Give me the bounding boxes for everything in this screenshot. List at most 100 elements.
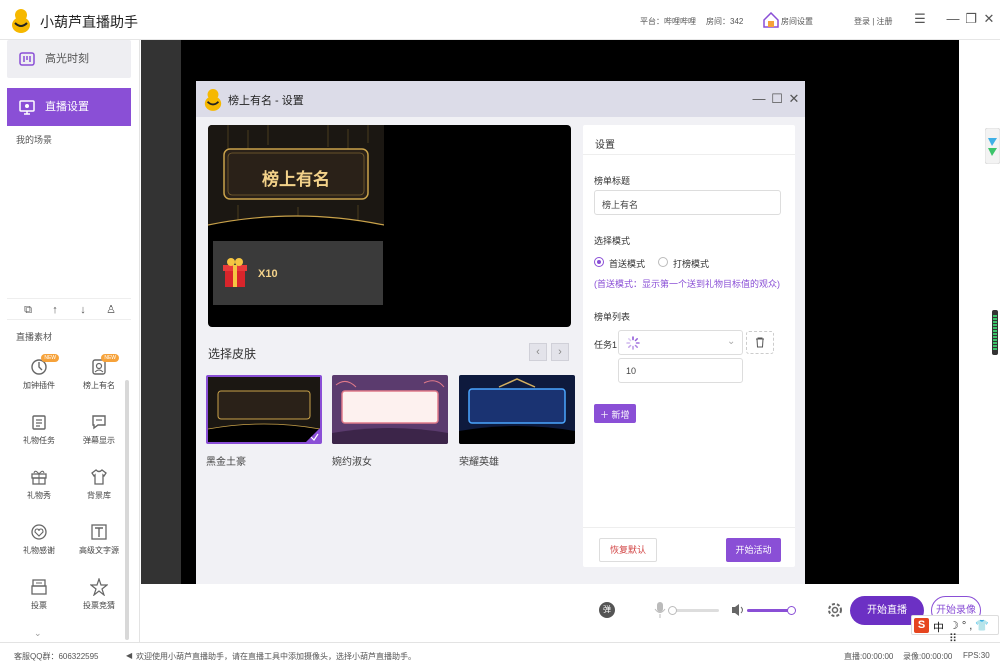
mode-label: 选择模式 xyxy=(594,236,631,246)
megaphone-icon: ◀ xyxy=(126,651,133,660)
material-rank[interactable]: NEW 榜上有名 xyxy=(69,354,129,408)
rank-title-label: 榜单标题 xyxy=(594,176,631,186)
delete-task-button[interactable] xyxy=(746,331,774,354)
vote-icon xyxy=(31,579,47,595)
material-label-text: 投票竞猜 xyxy=(83,601,115,610)
material-label-text: 礼物感谢 xyxy=(23,546,55,555)
nav-highlight-label: 高光时刻 xyxy=(45,53,89,65)
ime-mode-label[interactable]: 中 xyxy=(933,619,944,635)
nav-live-settings[interactable]: 直播设置 xyxy=(7,88,131,126)
add-scene-icon[interactable]: ⧉ xyxy=(21,303,35,317)
speaker-icon[interactable] xyxy=(731,602,747,618)
mic-volume-track[interactable] xyxy=(668,606,719,615)
shirt-icon xyxy=(91,469,107,485)
widget-preview: 榜上有名 X10 xyxy=(208,125,571,327)
mic-volume-handle[interactable] xyxy=(668,606,677,615)
status-notice: 欢迎使用小葫芦直播助手，请在直播工具中添加摄像头，选择小葫芦直播助手。 xyxy=(136,652,416,661)
skin-next-button[interactable]: › xyxy=(551,343,569,361)
sogou-logo-icon: S xyxy=(914,618,929,633)
support-qq: 客服QQ群：606322595 xyxy=(14,652,99,661)
dialog-maximize-icon[interactable]: ☐ xyxy=(770,92,784,106)
start-activity-button[interactable]: 开始活动 xyxy=(726,538,781,562)
settings-header: 设置 xyxy=(583,125,795,155)
close-icon[interactable]: ✕ xyxy=(982,12,996,26)
material-vote-guess[interactable]: 投票竞猜 xyxy=(69,578,129,628)
settings-panel: 设置 榜单标题 榜上有名 选择模式 首送模式 打榜模式 (首送模式：显示第一个送… xyxy=(583,125,795,567)
material-clock-plugin[interactable]: NEW 加钟插件 xyxy=(9,354,69,408)
rank-title-input[interactable]: 榜上有名 xyxy=(594,190,781,215)
sidebar-scrollbar[interactable] xyxy=(125,380,129,640)
add-task-button[interactable]: ＋ 新增 xyxy=(594,404,636,423)
gift-box-icon xyxy=(223,258,247,287)
add-task-label: 新增 xyxy=(611,410,630,420)
login-register-link[interactable]: 登录 | 注册 xyxy=(854,16,893,27)
skin-black-gold[interactable] xyxy=(206,375,322,444)
mode-first-label[interactable]: 首送模式 xyxy=(609,257,645,270)
skin-prev-button[interactable]: ‹ xyxy=(529,343,547,361)
scene-toolbar: ⧉ ↑ ↓ ♙ xyxy=(7,298,131,320)
gear-icon[interactable] xyxy=(827,602,843,618)
gourd-logo-icon xyxy=(204,89,222,111)
record-time: 录像:00:00:00 xyxy=(903,652,953,661)
menu-icon[interactable]: ☰ xyxy=(913,12,927,26)
room-label: 房间：342 xyxy=(706,17,744,26)
new-badge: NEW xyxy=(41,354,59,362)
audio-level-meter xyxy=(992,310,998,355)
move-up-icon[interactable]: ↑ xyxy=(48,303,62,317)
preview-gift-count: X10 xyxy=(258,268,278,280)
material-gift-thanks[interactable]: 礼物感谢 xyxy=(9,523,69,573)
skin-name: 婉约淑女 xyxy=(332,457,372,468)
mode-first-radio[interactable] xyxy=(594,257,604,267)
material-label-text: 弹幕显示 xyxy=(83,436,115,445)
star-guess-icon xyxy=(90,578,108,596)
preview-banner-text: 榜上有名 xyxy=(262,170,330,189)
nav-highlight[interactable]: 高光时刻 xyxy=(7,40,131,78)
material-text-source[interactable]: 高级文字源 xyxy=(69,523,129,573)
dialog-close-icon[interactable]: ✕ xyxy=(787,92,801,106)
platform-label: 平台：哔哩哔哩 xyxy=(640,17,696,26)
title-bar: 小葫芦直播助手 平台：哔哩哔哩 房间：342 房间设置 登录 | 注册 ☰ — … xyxy=(0,0,1000,40)
rank-list-label: 榜单列表 xyxy=(594,312,631,322)
gift-task-icon xyxy=(32,415,46,430)
material-danmaku[interactable]: 弹幕显示 xyxy=(69,413,129,463)
right-panel xyxy=(959,40,1000,642)
skin-section-label: 选择皮肤 xyxy=(208,347,257,361)
rank-settings-dialog: 榜上有名 - 设置 — ☐ ✕ 榜上有名 X10 选择皮肤 ‹ › 黑金土豪 婉… xyxy=(196,81,805,584)
expand-chevron-icon[interactable]: ⌄ xyxy=(34,628,42,639)
ime-toolbar[interactable]: S 中 ☽°,👕⠿ xyxy=(911,615,999,645)
preview-gift-row: X10 xyxy=(213,241,383,305)
mode-rank-label[interactable]: 打榜模式 xyxy=(673,257,709,270)
delete-scene-icon[interactable]: ♙ xyxy=(104,303,118,317)
mode-rank-radio[interactable] xyxy=(658,257,668,267)
gift-show-icon xyxy=(31,470,47,485)
floating-tool-icon[interactable] xyxy=(985,128,1000,164)
task-label: 任务1 xyxy=(594,340,618,350)
speaker-volume-handle[interactable] xyxy=(787,606,796,615)
restore-icon[interactable]: ❐ xyxy=(964,12,978,26)
material-vote[interactable]: 投票 xyxy=(9,578,69,628)
live-time: 直播:00:00:00 xyxy=(844,652,894,661)
task-value-input[interactable]: 10 xyxy=(618,358,743,383)
control-bar: 弹 xyxy=(141,584,959,642)
sidebar: 高光时刻 直播设置 我的场景 ⧉ ↑ ↓ ♙ 直播素材 NEW 加钟插件 NEW… xyxy=(0,40,140,642)
move-down-icon[interactable]: ↓ xyxy=(76,303,90,317)
skin-graceful-lady[interactable] xyxy=(332,375,448,444)
room-settings-link[interactable]: 房间设置 xyxy=(781,16,813,27)
new-badge: NEW xyxy=(101,354,119,362)
danmaku-toggle-icon[interactable]: 弹 xyxy=(599,602,615,618)
skin-glory-hero[interactable] xyxy=(459,375,575,444)
material-label-text: 礼物任务 xyxy=(23,436,55,445)
material-gift-show[interactable]: 礼物秀 xyxy=(9,468,69,518)
reset-default-button[interactable]: 恢复默认 xyxy=(599,538,657,562)
gift-select[interactable]: ⌄ xyxy=(618,330,743,355)
trash-icon xyxy=(756,337,764,348)
material-background[interactable]: 背景库 xyxy=(69,468,129,518)
minimize-icon[interactable]: — xyxy=(946,12,960,26)
skin-glory-hero-thumbnail xyxy=(459,375,575,444)
material-gift-task[interactable]: 礼物任务 xyxy=(9,413,69,463)
dialog-minimize-icon[interactable]: — xyxy=(752,92,766,106)
microphone-icon[interactable] xyxy=(654,601,666,619)
speaker-volume-track[interactable] xyxy=(747,606,796,615)
material-label-text: 榜上有名 xyxy=(83,381,115,390)
house-icon[interactable] xyxy=(763,12,779,28)
